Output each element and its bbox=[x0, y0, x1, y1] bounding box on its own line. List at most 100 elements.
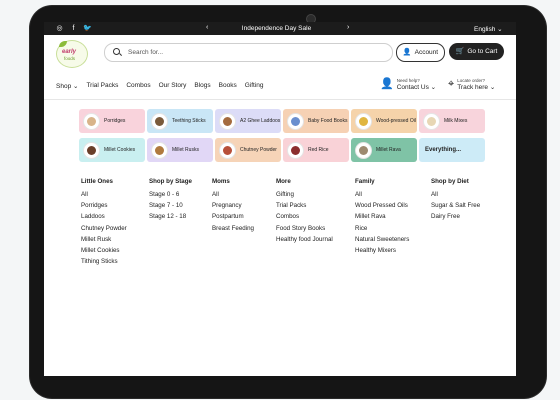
locate-text: Locate order? Track here ⌄ bbox=[457, 78, 495, 91]
chevron-down-icon: ⌄ bbox=[430, 84, 437, 91]
divider bbox=[44, 99, 516, 100]
tile-label: Wood-pressed Oil bbox=[376, 118, 416, 124]
menu-link[interactable]: Pregnancy bbox=[212, 202, 254, 209]
menu-link[interactable]: Stage 7 - 10 bbox=[149, 202, 192, 209]
menu-link[interactable]: Rice bbox=[355, 225, 409, 232]
category-tile-millet-rava[interactable]: Millet Rava bbox=[351, 138, 417, 162]
category-tile-porridges[interactable]: Porridges bbox=[79, 109, 145, 133]
menu-link[interactable]: Healthy Mixers bbox=[355, 247, 409, 254]
laddoos-image bbox=[219, 112, 236, 130]
account-label: Account bbox=[414, 49, 439, 56]
oil-image bbox=[355, 112, 372, 130]
menu-col-by-stage: Shop by Stage Stage 0 - 6 Stage 7 - 10 Sta… bbox=[149, 178, 192, 225]
menu-link[interactable]: Millet Cookies bbox=[81, 247, 127, 254]
facebook-icon[interactable]: f bbox=[69, 24, 78, 33]
category-tile-ghee-laddoos[interactable]: A2 Ghee Laddoos bbox=[215, 109, 281, 133]
menu-link[interactable]: Laddoos bbox=[81, 213, 127, 220]
nav-item-blogs[interactable]: Blogs bbox=[194, 82, 210, 90]
menu-link[interactable]: Tithing Sticks bbox=[81, 258, 127, 265]
track-order-link[interactable]: ⌖ Locate order? Track here ⌄ bbox=[448, 78, 495, 91]
leaf-icon bbox=[59, 41, 67, 47]
sale-banner-text[interactable]: Independence Day Sale bbox=[189, 25, 364, 32]
cart-button[interactable]: 🛒 Go to Cart bbox=[449, 43, 504, 60]
locate-label: Track here ⌄ bbox=[457, 83, 495, 91]
menu-link[interactable]: Millet Rava bbox=[355, 213, 409, 220]
menu-link[interactable]: Stage 0 - 6 bbox=[149, 191, 192, 198]
menu-link[interactable]: Porridges bbox=[81, 202, 127, 209]
menu-link[interactable]: Stage 12 - 18 bbox=[149, 213, 192, 220]
red-rice-image bbox=[287, 141, 304, 159]
menu-link[interactable]: Sugar & Salt Free bbox=[431, 202, 480, 209]
chevron-down-icon: ⌄ bbox=[489, 84, 496, 91]
menu-heading: Shop by Diet bbox=[431, 178, 469, 185]
language-select[interactable]: English ⌄ bbox=[474, 25, 503, 33]
user-icon: 👤 bbox=[402, 49, 412, 56]
nav-item-books[interactable]: Books bbox=[219, 82, 237, 90]
category-tile-red-rice[interactable]: Red Rice bbox=[283, 138, 349, 162]
category-tile-cookies[interactable]: Millet Cookies bbox=[79, 138, 145, 162]
tile-label: Teething Sticks bbox=[172, 118, 206, 124]
menu-link[interactable]: All bbox=[431, 191, 480, 198]
cart-icon: 🛒 bbox=[455, 48, 465, 55]
twitter-icon[interactable]: 🐦 bbox=[83, 24, 92, 33]
category-tile-chutney[interactable]: Chutney Powder bbox=[215, 138, 281, 162]
menu-link[interactable]: Trial Packs bbox=[276, 202, 333, 209]
tile-label: Porridges bbox=[104, 118, 126, 124]
milk-mix-image bbox=[423, 112, 440, 130]
nav-item-our-story[interactable]: Our Story bbox=[159, 82, 187, 90]
search-input[interactable] bbox=[126, 48, 380, 57]
language-label: English bbox=[474, 26, 496, 33]
instagram-icon[interactable]: ◎ bbox=[55, 24, 64, 33]
brand-logo[interactable]: early foods bbox=[56, 40, 88, 68]
tile-label: Red Rice bbox=[308, 147, 329, 153]
nav-label: Shop bbox=[56, 83, 72, 90]
nav-item-shop[interactable]: Shop ⌄ bbox=[56, 82, 78, 90]
menu-col-more: More Gifting Trial Packs Combos Food Story … bbox=[276, 178, 333, 247]
help-label: Contact Us ⌄ bbox=[397, 83, 436, 91]
tile-label: Everything... bbox=[425, 147, 462, 153]
account-button[interactable]: 👤 Account bbox=[396, 43, 445, 62]
chutney-image bbox=[219, 141, 236, 159]
menu-link[interactable]: Millet Rusk bbox=[81, 236, 127, 243]
menu-col-family: Family All Wood Pressed Oils Millet Rava Ri… bbox=[355, 178, 409, 258]
menu-link[interactable]: Dairy Free bbox=[431, 213, 480, 220]
chevron-down-icon: ⌄ bbox=[73, 83, 79, 90]
menu-heading: Moms bbox=[212, 178, 230, 185]
menu-link[interactable]: All bbox=[212, 191, 254, 198]
menu-link[interactable]: All bbox=[355, 191, 409, 198]
logo-text: early bbox=[62, 49, 77, 55]
category-tile-everything[interactable]: Everything... bbox=[419, 138, 485, 162]
menu-heading: Little Ones bbox=[81, 178, 113, 185]
locate-label-text: Track here bbox=[457, 84, 489, 91]
tile-label: Baby Food Books bbox=[308, 118, 348, 124]
nav-item-combos[interactable]: Combos bbox=[126, 82, 150, 90]
tile-label: Millet Rava bbox=[376, 147, 401, 153]
menu-link[interactable]: Natural Sweeteners bbox=[355, 236, 409, 243]
help-text: Need help? Contact Us ⌄ bbox=[397, 78, 436, 91]
menu-link[interactable]: Wood Pressed Oils bbox=[355, 202, 409, 209]
menu-link[interactable]: Postpartum bbox=[212, 213, 254, 220]
menu-link[interactable]: Breast Feeding bbox=[212, 225, 254, 232]
contact-us-link[interactable]: 👤 Need help? Contact Us ⌄ bbox=[380, 78, 436, 91]
menu-link[interactable]: Healthy food Journal bbox=[276, 236, 333, 243]
category-tile-books[interactable]: Baby Food Books bbox=[283, 109, 349, 133]
search-icon bbox=[113, 47, 123, 58]
menu-link[interactable]: Food Story Books bbox=[276, 225, 333, 232]
search-bar[interactable] bbox=[104, 43, 393, 62]
nav-item-gifting[interactable]: Gifting bbox=[245, 82, 264, 90]
category-tile-rusks[interactable]: Millet Rusks bbox=[147, 138, 213, 162]
category-tile-teething-sticks[interactable]: Teething Sticks bbox=[147, 109, 213, 133]
chevron-right-icon[interactable]: › bbox=[347, 24, 349, 31]
category-tile-oil[interactable]: Wood-pressed Oil bbox=[351, 109, 417, 133]
menu-heading: Family bbox=[355, 178, 375, 185]
porridge-image bbox=[83, 112, 100, 130]
menu-link[interactable]: All bbox=[81, 191, 127, 198]
menu-heading: Shop by Stage bbox=[149, 178, 192, 185]
menu-link[interactable]: Gifting bbox=[276, 191, 333, 198]
menu-col-little-ones: Little Ones All Porridges Laddoos Chutney P… bbox=[81, 178, 127, 269]
category-tile-milk-mixes[interactable]: Milk Mixes bbox=[419, 109, 485, 133]
menu-link[interactable]: Chutney Powder bbox=[81, 225, 127, 232]
nav-item-trial-packs[interactable]: Trial Packs bbox=[86, 82, 118, 90]
menu-link[interactable]: Combos bbox=[276, 213, 333, 220]
menu-heading: More bbox=[276, 178, 291, 185]
